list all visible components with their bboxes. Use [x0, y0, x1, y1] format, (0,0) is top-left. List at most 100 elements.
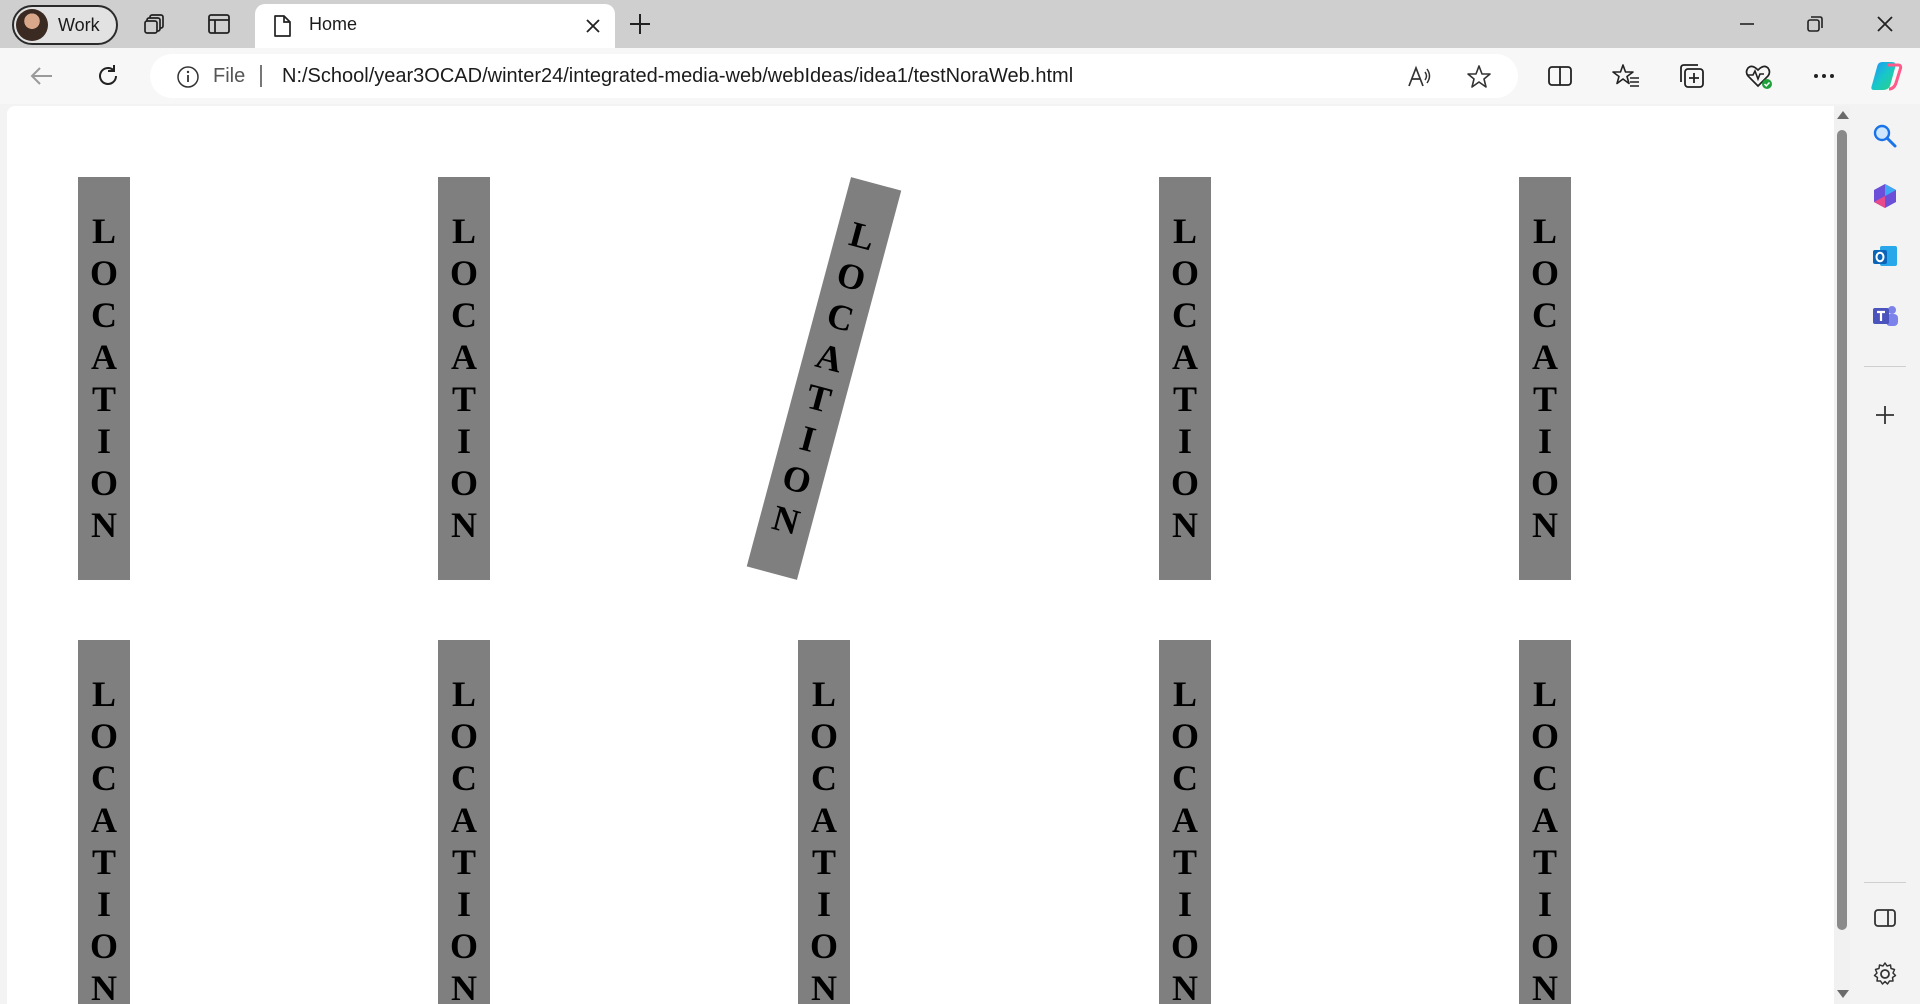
url-text[interactable]: N:/School/year3OCAD/winter24/integrated-… [282, 65, 1073, 88]
tab-title: Home [309, 14, 358, 34]
restore-icon[interactable] [1801, 10, 1829, 38]
location-strip: L O C A T I O N [438, 177, 490, 580]
strip-letter: I [816, 884, 831, 924]
teams-icon[interactable] [1871, 302, 1899, 330]
location-strip-tilted[interactable]: L O C A T I O N [746, 177, 902, 580]
address-divider [260, 65, 262, 87]
strip-letter: L [845, 213, 879, 259]
strip-letter: C [811, 758, 837, 798]
strip-letter: L [811, 674, 836, 714]
strip-letter: C [1172, 758, 1198, 798]
strip-letter: O [1530, 253, 1559, 293]
collections-icon[interactable] [1678, 62, 1706, 90]
strip-letter: T [801, 375, 836, 421]
strip-letter: T [451, 842, 476, 882]
toolbar: File N:/School/year3OCAD/winter24/integr… [0, 48, 1920, 104]
strip-letter: O [1170, 253, 1199, 293]
edge-sidebar [1850, 104, 1920, 1004]
strip-letter: O [89, 926, 118, 966]
star-icon[interactable] [1466, 64, 1492, 90]
location-strip: L O C A T I O N [1519, 177, 1571, 580]
strip-letter: T [811, 842, 836, 882]
strip-letter: O [832, 253, 871, 300]
split-screen-icon[interactable] [1546, 62, 1574, 90]
strip-letter: N [91, 968, 117, 1004]
strip-letter: A [91, 800, 117, 840]
location-strip: L O C A T I O N [438, 640, 490, 1004]
location-strip: L O C A T I O N [798, 640, 850, 1004]
strip-letter: L [91, 211, 116, 251]
strip-letter: L [1532, 211, 1557, 251]
close-icon[interactable] [583, 16, 603, 36]
scroll-thumb[interactable] [1837, 130, 1847, 930]
sidebar-toggle-icon[interactable] [1871, 904, 1899, 932]
strip-letter: O [89, 716, 118, 756]
strip-letter: L [451, 674, 476, 714]
location-strip: L O C A T I O N [78, 177, 130, 580]
strip-letter: N [1532, 968, 1558, 1004]
tab-home[interactable]: Home [255, 4, 615, 48]
profile-button[interactable]: Work [12, 5, 118, 45]
info-icon[interactable] [176, 65, 200, 89]
strip-letter: O [89, 253, 118, 293]
strip-letter: N [451, 968, 477, 1004]
sidebar-divider [1864, 882, 1906, 883]
minimize-icon[interactable] [1733, 10, 1761, 38]
scroll-up-arrow-icon[interactable] [1837, 111, 1849, 119]
location-strip: L O C A T I O N [78, 640, 130, 1004]
strip-letter: A [811, 335, 848, 381]
plus-icon[interactable] [1871, 401, 1899, 429]
strip-letter: O [449, 926, 478, 966]
scroll-down-arrow-icon[interactable] [1837, 990, 1849, 998]
strip-letter: I [795, 417, 820, 461]
strip-letter: O [449, 463, 478, 503]
scheme-label: File [213, 65, 246, 87]
refresh-icon[interactable] [94, 62, 122, 90]
plus-icon[interactable] [627, 11, 653, 37]
strip-letter: C [451, 295, 477, 335]
sidebar-divider [1864, 366, 1906, 367]
workspaces-icon[interactable] [143, 12, 167, 36]
strip-letter: O [1530, 463, 1559, 503]
vertical-scrollbar[interactable] [1834, 106, 1850, 1004]
strip-letter: C [451, 758, 477, 798]
m365-icon[interactable] [1871, 182, 1899, 210]
strip-letter: O [1170, 926, 1199, 966]
heartbeat-icon[interactable] [1744, 62, 1772, 90]
address-bar[interactable]: File N:/School/year3OCAD/winter24/integr… [150, 54, 1518, 98]
strip-letter: A [1172, 800, 1198, 840]
close-window-icon[interactable] [1871, 10, 1899, 38]
strip-letter: N [1172, 505, 1198, 545]
strip-letter: N [1172, 968, 1198, 1004]
strip-letter: T [1532, 842, 1557, 882]
page-icon [274, 15, 291, 37]
tab-strip: Work Home [0, 0, 1920, 48]
copilot-icon[interactable] [1868, 59, 1904, 93]
strip-letter: A [1532, 800, 1558, 840]
outlook-icon[interactable] [1871, 242, 1899, 270]
strip-letter: C [91, 758, 117, 798]
gear-icon[interactable] [1871, 960, 1899, 988]
read-aloud-icon[interactable] [1406, 64, 1432, 90]
strip-letter: A [1532, 337, 1558, 377]
back-arrow-icon[interactable] [28, 62, 56, 90]
strip-letter: C [1172, 295, 1198, 335]
strip-letter: I [96, 884, 111, 924]
strip-letter: C [91, 295, 117, 335]
strip-letter: L [451, 211, 476, 251]
profile-label: Work [58, 14, 100, 35]
strip-letter: A [451, 337, 477, 377]
favorites-icon[interactable] [1612, 62, 1640, 90]
strip-letter: O [1170, 716, 1199, 756]
vertical-tabs-icon[interactable] [207, 12, 231, 36]
search-icon[interactable] [1871, 122, 1899, 150]
strip-letter: C [822, 294, 859, 340]
strip-letter: O [1170, 463, 1199, 503]
strip-letter: N [811, 968, 837, 1004]
more-icon[interactable] [1810, 62, 1838, 90]
strip-letter: N [451, 505, 477, 545]
strip-letter: L [1172, 674, 1197, 714]
strip-letter: I [1177, 884, 1192, 924]
strip-letter: A [1172, 337, 1198, 377]
strip-letter: T [91, 379, 116, 419]
